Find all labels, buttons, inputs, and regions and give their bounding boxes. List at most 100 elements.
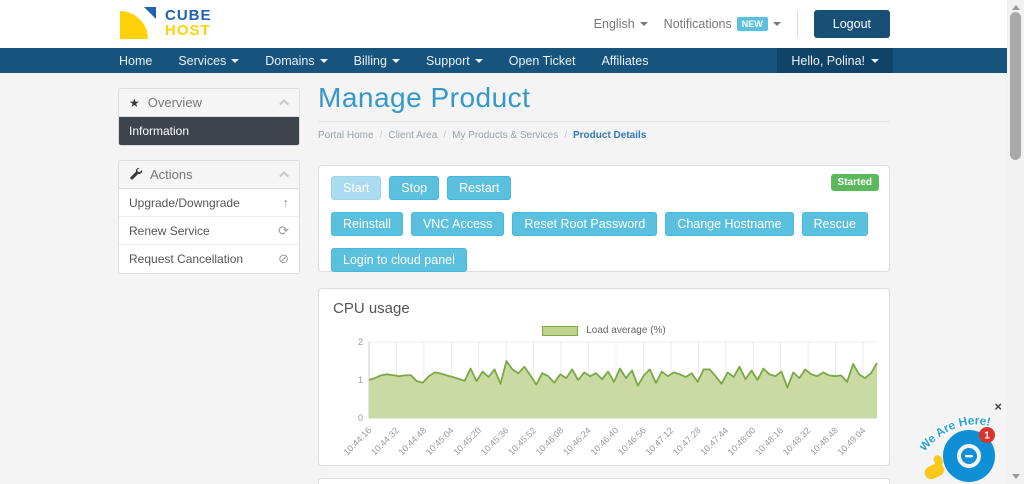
svg-text:10:47:44: 10:47:44 (698, 425, 730, 457)
actions-panel-header[interactable]: Actions (119, 161, 299, 189)
scroll-up-arrow-icon[interactable] (1012, 5, 1020, 10)
chevron-up-icon (279, 99, 289, 109)
chevron-down-icon (871, 59, 879, 63)
chat-widget-graphic: We Are Here! 1 (920, 408, 1010, 482)
scrollbar-thumb[interactable] (1010, 12, 1021, 160)
svg-text:10:44:32: 10:44:32 (369, 425, 401, 457)
chart-title: CPU usage (333, 300, 877, 317)
cubehost-logo-icon (118, 5, 158, 41)
scroll-down-arrow-icon[interactable] (1012, 474, 1020, 479)
svg-text:10:45:20: 10:45:20 (451, 425, 483, 457)
restart-button[interactable]: Restart (447, 176, 511, 200)
breadcrumb-product-details: Product Details (573, 130, 646, 141)
chevron-down-icon (320, 59, 328, 63)
page-title: Manage Product (318, 82, 890, 114)
page: CUBE HOST English Notifications NEW Logo… (0, 0, 1024, 484)
svg-text:10:45:52: 10:45:52 (506, 425, 538, 457)
legend-label: Load average (%) (586, 325, 666, 336)
chevron-down-icon (475, 59, 483, 63)
sidebar-item-renew-service[interactable]: Renew Service ⟳ (119, 217, 299, 245)
svg-text:10:46:24: 10:46:24 (561, 425, 593, 457)
nav-domains[interactable]: Domains (252, 48, 340, 73)
user-menu[interactable]: Hello, Polina! (777, 48, 893, 73)
nav-open-ticket[interactable]: Open Ticket (496, 48, 589, 73)
legend-swatch (542, 326, 578, 336)
top-header: CUBE HOST English Notifications NEW Logo… (0, 0, 1024, 48)
svg-text:0: 0 (358, 413, 363, 423)
change-hostname-button[interactable]: Change Hostname (665, 212, 793, 236)
chevron-down-icon (773, 22, 781, 26)
management-buttons-row: Reinstall VNC Access Reset Root Password… (331, 212, 877, 236)
nav-billing[interactable]: Billing (341, 48, 413, 73)
svg-text:10:45:36: 10:45:36 (479, 425, 511, 457)
greeting-label: Hello, Polina! (791, 54, 865, 68)
chevron-down-icon (231, 59, 239, 63)
sidebar-item-upgrade-downgrade[interactable]: Upgrade/Downgrade ↑ (119, 189, 299, 217)
language-label: English (594, 17, 635, 31)
notifications-menu[interactable]: Notifications NEW (664, 17, 781, 31)
svg-text:10:45:04: 10:45:04 (424, 425, 456, 457)
svg-text:10:44:16: 10:44:16 (342, 425, 374, 457)
main-header: Manage Product Portal Home / Client Area… (318, 82, 890, 141)
nav-home[interactable]: Home (106, 48, 165, 73)
header-right: English Notifications NEW Logout (594, 0, 890, 48)
main-navbar: Home Services Domains Billing Support Op… (0, 48, 1024, 73)
svg-text:1: 1 (358, 375, 363, 385)
status-badge: Started (831, 174, 879, 191)
rescue-button[interactable]: Rescue (802, 212, 868, 236)
chevron-down-icon (640, 22, 648, 26)
breadcrumb-client-area[interactable]: Client Area (388, 130, 437, 141)
reset-root-password-button[interactable]: Reset Root Password (512, 212, 657, 236)
title-divider (318, 121, 890, 122)
start-button[interactable]: Start (331, 176, 381, 200)
header-divider (797, 11, 798, 37)
panel-button-row: Login to cloud panel (331, 248, 877, 272)
star-icon: ★ (129, 96, 140, 110)
cubehost-logo[interactable]: CUBE HOST (118, 5, 212, 41)
ban-icon: ⊘ (278, 251, 289, 267)
overview-title: Overview (148, 95, 202, 110)
new-badge: NEW (737, 17, 768, 31)
cpu-usage-chart: 10:44:1610:44:3210:44:4810:45:0410:45:20… (331, 338, 879, 464)
breadcrumb-portal-home[interactable]: Portal Home (318, 130, 374, 141)
vertical-scrollbar[interactable] (1007, 0, 1024, 484)
nav-affiliates[interactable]: Affiliates (588, 48, 661, 73)
product-actions-card: Started Start Stop Restart Reinstall VNC… (318, 165, 890, 272)
chart-legend: Load average (%) (331, 325, 877, 336)
breadcrumb-my-products[interactable]: My Products & Services (452, 130, 558, 141)
logo-line-2: HOST (165, 23, 212, 38)
wrench-icon (129, 167, 142, 183)
power-buttons-row: Start Stop Restart (331, 176, 877, 200)
sidebar-item-information[interactable]: Information (119, 117, 299, 145)
notification-count: 1 (984, 431, 990, 442)
actions-title: Actions (150, 167, 193, 182)
sidebar-item-request-cancellation[interactable]: Request Cancellation ⊘ (119, 245, 299, 273)
chevron-up-icon (279, 171, 289, 181)
language-menu[interactable]: English (594, 17, 648, 31)
svg-text:10:49:04: 10:49:04 (836, 425, 868, 457)
svg-text:10:48:32: 10:48:32 (781, 425, 813, 457)
svg-text:10:48:48: 10:48:48 (808, 425, 840, 457)
svg-text:10:48:16: 10:48:16 (753, 425, 785, 457)
next-card-top (318, 478, 890, 484)
overview-panel-header[interactable]: ★ Overview (119, 89, 299, 117)
nav-support[interactable]: Support (413, 48, 496, 73)
svg-text:10:44:48: 10:44:48 (396, 425, 428, 457)
svg-text:10:47:12: 10:47:12 (643, 425, 675, 457)
login-to-cloud-panel-button[interactable]: Login to cloud panel (331, 248, 467, 272)
svg-text:10:48:00: 10:48:00 (726, 425, 758, 457)
chat-widget[interactable]: × We Are Here! 1 (920, 398, 1010, 482)
arrow-up-icon: ↑ (283, 195, 290, 210)
cpu-usage-card: CPU usage Load average (%) 10:44:1610:44… (318, 288, 890, 466)
nav-services[interactable]: Services (165, 48, 252, 73)
stop-button[interactable]: Stop (389, 176, 439, 200)
overview-panel: ★ Overview Information (118, 88, 300, 146)
reinstall-button[interactable]: Reinstall (331, 212, 403, 236)
refresh-icon: ⟳ (278, 223, 289, 239)
svg-text:10:46:40: 10:46:40 (589, 425, 621, 457)
logo-line-1: CUBE (165, 8, 212, 23)
logout-button[interactable]: Logout (814, 10, 890, 38)
cubehost-logo-text: CUBE HOST (165, 8, 212, 38)
vnc-access-button[interactable]: VNC Access (411, 212, 504, 236)
svg-text:10:46:08: 10:46:08 (534, 425, 566, 457)
